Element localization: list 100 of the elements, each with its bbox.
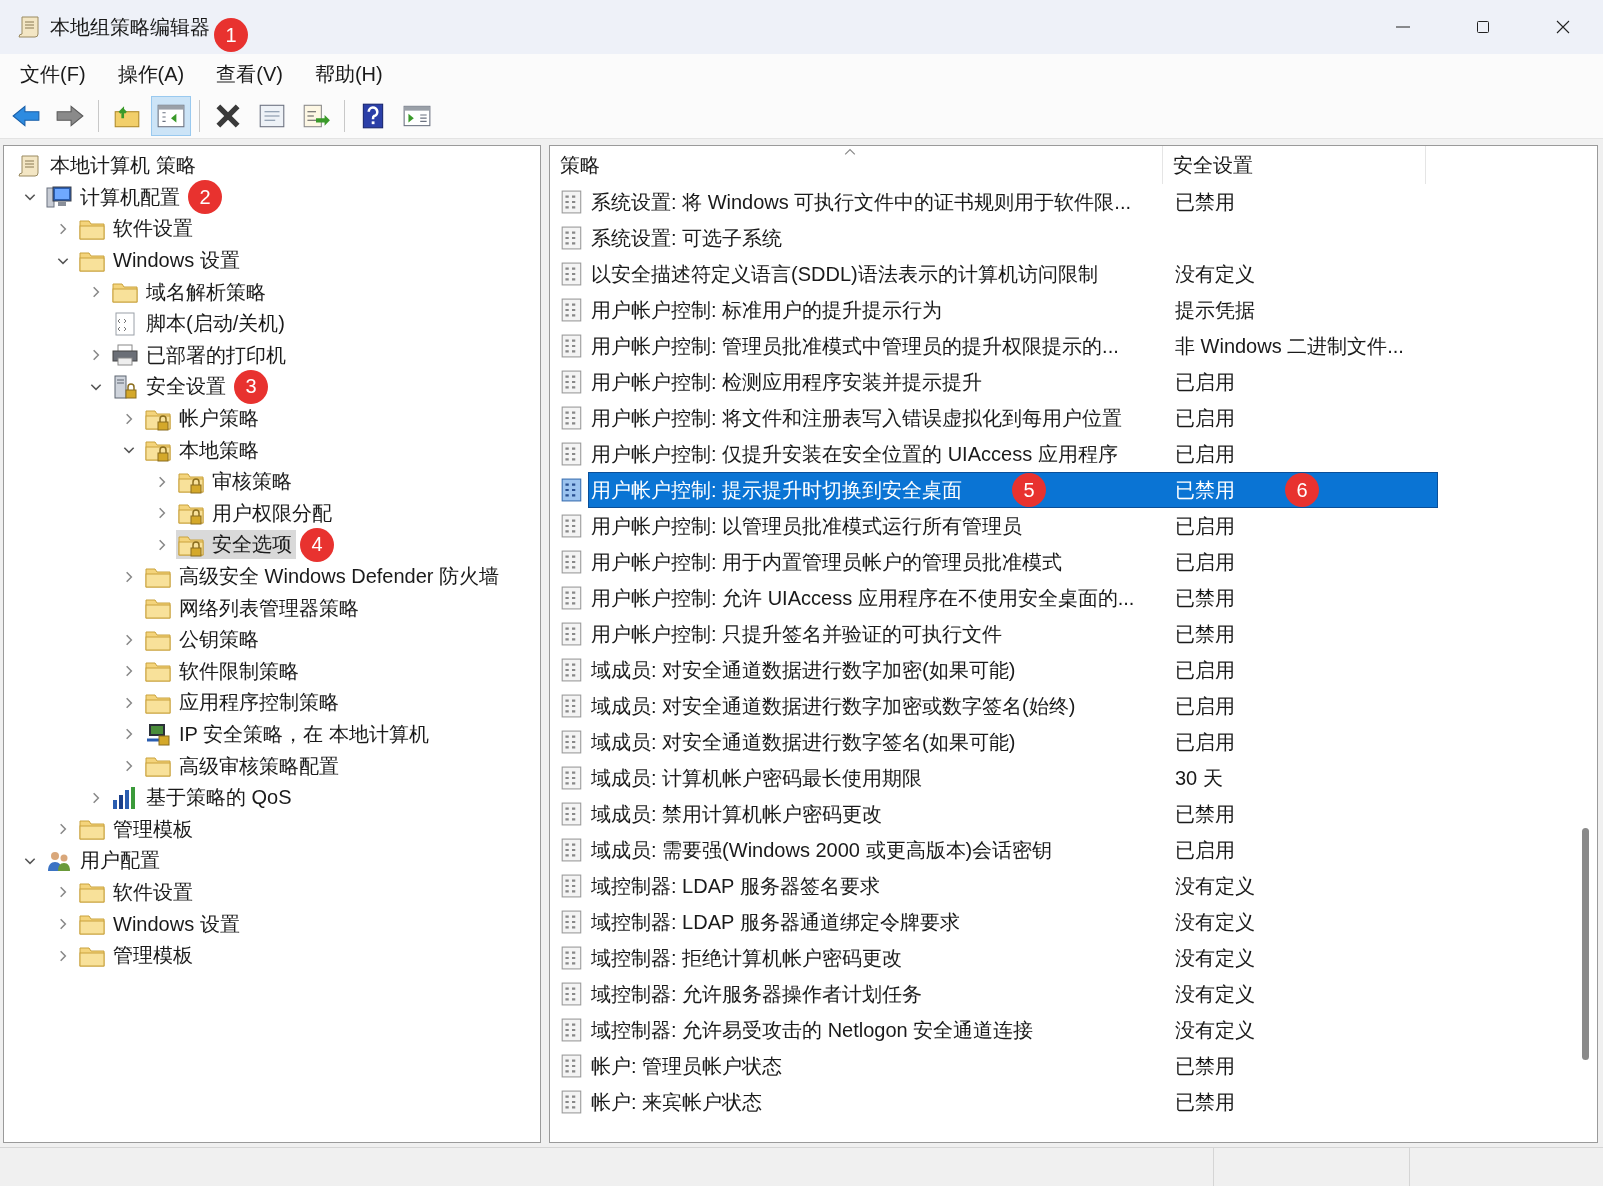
tree-item[interactable]: 帐户策略	[143, 404, 263, 434]
tree-item[interactable]: 管理模板	[77, 814, 197, 844]
list-row[interactable]: 域成员: 对安全通道数据进行数字加密(如果可能) 已启用	[588, 652, 1438, 688]
tree-item[interactable]: 公钥策略	[143, 625, 263, 655]
tree-item[interactable]: 网络列表管理器策略	[143, 593, 363, 623]
security-setting: 提示凭据	[1175, 297, 1255, 323]
security-setting: 已禁用	[1175, 801, 1235, 827]
list-row[interactable]: 用户帐户控制: 标准用户的提升提示行为 提示凭据	[588, 292, 1438, 328]
list-row[interactable]: 用户帐户控制: 以管理员批准模式运行所有管理员 已启用	[588, 508, 1438, 544]
list-row[interactable]: 以安全描述符定义语言(SDDL)语法表示的计算机访问限制 没有定义	[588, 256, 1438, 292]
tree-item[interactable]: 已部署的打印机	[110, 340, 290, 370]
tree-item[interactable]: 计算机配置	[44, 182, 184, 212]
security-setting: 已禁用	[1175, 1053, 1235, 1079]
annotation-marker: 2	[188, 180, 222, 215]
scrollbar-thumb[interactable]	[1582, 828, 1589, 1060]
list-row[interactable]: 域控制器: 允许易受攻击的 Netlogon 安全通道连接 没有定义	[588, 1012, 1438, 1048]
tree-item[interactable]: 本地策略	[143, 435, 263, 465]
printer-icon	[112, 343, 138, 368]
list-row[interactable]: 域控制器: LDAP 服务器签名要求 没有定义	[588, 868, 1438, 904]
policy-icon	[560, 262, 584, 286]
list-row[interactable]: 用户帐户控制: 将文件和注册表写入错误虚拟化到每用户位置 已启用	[588, 400, 1438, 436]
policy-icon	[560, 910, 584, 934]
properties-icon	[257, 103, 287, 129]
list-row[interactable]: 系统设置: 可选子系统	[588, 220, 1438, 256]
policy-icon	[560, 370, 584, 394]
policy-name: 域成员: 计算机帐户密码最长使用期限	[591, 765, 923, 791]
tree-item[interactable]: 管理模板	[77, 941, 197, 971]
tree-item[interactable]: Windows 设置	[77, 909, 244, 939]
network-security-icon	[145, 722, 171, 747]
list-row[interactable]: 域控制器: 允许服务器操作者计划任务 没有定义	[588, 976, 1438, 1012]
policy-icon	[560, 802, 584, 826]
security-setting: 没有定义	[1175, 945, 1255, 971]
list-row[interactable]: 用户帐户控制: 管理员批准模式中管理员的提升权限提示的... 非 Windows 二进制文件...	[588, 328, 1438, 364]
list-row[interactable]: 域控制器: LDAP 服务器通道绑定令牌要求 没有定义	[588, 904, 1438, 940]
policy-icon	[560, 874, 584, 898]
list-row[interactable]: 用户帐户控制: 允许 UIAccess 应用程序在不使用安全桌面的... 已禁用	[588, 580, 1438, 616]
menu-item[interactable]: 文件(F)	[10, 56, 96, 92]
list-row[interactable]: 帐户: 管理员帐户状态 已禁用	[588, 1048, 1438, 1084]
policy-icon	[560, 1090, 584, 1114]
policy-name: 域成员: 禁用计算机帐户密码更改	[591, 801, 883, 827]
tree-item[interactable]: 高级审核策略配置	[143, 751, 343, 781]
security-setting: 已启用	[1175, 657, 1235, 683]
annotation-marker: 3	[234, 369, 268, 404]
tree-item[interactable]: 本地计算机 策略	[14, 151, 200, 181]
policy-icon	[560, 622, 584, 646]
security-setting: 没有定义	[1175, 261, 1255, 287]
bar-chart-icon	[112, 785, 138, 810]
policy-icon	[560, 514, 584, 538]
left-arrow-icon	[11, 103, 41, 129]
tree-item[interactable]: 脚本(启动/关机)	[110, 309, 289, 339]
computer-icon	[46, 185, 72, 210]
annotation-marker: 1	[214, 18, 248, 52]
list-row[interactable]: 域成员: 对安全通道数据进行数字签名(如果可能) 已启用	[588, 724, 1438, 760]
list-row[interactable]: 用户帐户控制: 只提升签名并验证的可执行文件 已禁用	[588, 616, 1438, 652]
folder-icon	[145, 659, 171, 684]
tree-item[interactable]: 高级安全 Windows Defender 防火墙	[143, 562, 504, 591]
list-row[interactable]: 用户帐户控制: 用于内置管理员帐户的管理员批准模式 已启用	[588, 544, 1438, 580]
policy-name: 域成员: 对安全通道数据进行数字加密或数字签名(始终)	[591, 693, 1076, 719]
security-setting: 非 Windows 二进制文件...	[1175, 333, 1404, 359]
policy-icon	[560, 442, 584, 466]
column-header[interactable]: 策略	[550, 146, 1163, 184]
sort-caret-icon	[843, 148, 856, 156]
tree-item[interactable]: 软件限制策略	[143, 656, 303, 686]
policy-icon	[560, 550, 584, 574]
menu-item[interactable]: 操作(A)	[107, 56, 195, 92]
locked-folder-icon	[178, 501, 204, 526]
policy-name: 域控制器: LDAP 服务器通道绑定令牌要求	[591, 909, 960, 935]
tree-item[interactable]: 软件设置	[77, 214, 197, 244]
tree-item[interactable]: 软件设置	[77, 877, 197, 907]
column-header[interactable]: 安全设置	[1163, 146, 1426, 184]
security-setting: 已启用	[1175, 837, 1235, 863]
policy-name: 帐户: 管理员帐户状态	[591, 1053, 783, 1079]
tree-item[interactable]: 基于策略的 QoS	[110, 783, 296, 813]
list-row[interactable]: 帐户: 来宾帐户状态 已禁用	[588, 1084, 1438, 1120]
security-setting: 已禁用	[1175, 1089, 1235, 1115]
tree-item[interactable]: Windows 设置	[77, 246, 244, 276]
tree-item[interactable]: 审核策略	[176, 467, 296, 497]
policy-name: 帐户: 来宾帐户状态	[591, 1089, 763, 1115]
tree-item[interactable]: 域名解析策略	[110, 277, 270, 307]
list-row[interactable]: 域控制器: 拒绝计算机帐户密码更改 没有定义	[588, 940, 1438, 976]
policy-icon	[560, 1018, 584, 1042]
tree-item[interactable]: 应用程序控制策略	[143, 688, 343, 718]
list-row[interactable]: 用户帐户控制: 检测应用程序安装并提示提升 已启用	[588, 364, 1438, 400]
scroll-icon	[16, 14, 42, 40]
tree-item[interactable]: 用户权限分配	[176, 498, 336, 528]
policy-icon	[560, 406, 584, 430]
tree-item[interactable]: 安全选项	[176, 530, 296, 560]
security-setting: 已启用	[1175, 441, 1235, 467]
list-row[interactable]: 用户帐户控制: 仅提升安装在安全位置的 UIAccess 应用程序 已启用	[588, 436, 1438, 472]
list-row[interactable]: 用户帐户控制: 提示提升时切换到安全桌面 5 已禁用 6	[588, 472, 1438, 508]
tree-item[interactable]: IP 安全策略，在 本地计算机	[143, 720, 433, 749]
list-row[interactable]: 域成员: 需要强(Windows 2000 或更高版本)会话密钥 已启用	[588, 832, 1438, 868]
list-row[interactable]: 域成员: 禁用计算机帐户密码更改 已禁用	[588, 796, 1438, 832]
list-row[interactable]: 域成员: 计算机帐户密码最长使用期限 30 天	[588, 760, 1438, 796]
tree-item[interactable]: 安全设置	[110, 372, 230, 402]
menu-item[interactable]: 帮助(H)	[304, 56, 393, 92]
tree-item[interactable]: 用户配置	[44, 846, 164, 876]
menu-item[interactable]: 查看(V)	[206, 56, 293, 92]
list-row[interactable]: 系统设置: 将 Windows 可执行文件中的证书规则用于软件限... 已禁用	[588, 184, 1438, 220]
list-row[interactable]: 域成员: 对安全通道数据进行数字加密或数字签名(始终) 已启用	[588, 688, 1438, 724]
